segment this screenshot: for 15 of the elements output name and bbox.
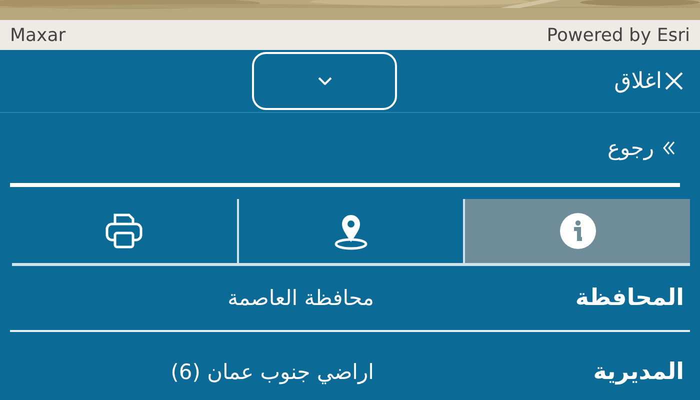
field-value: اراضي جنوب عمان (6) bbox=[170, 360, 374, 384]
double-chevron-icon bbox=[662, 141, 676, 155]
printer-icon bbox=[104, 211, 144, 251]
chevron-down-icon bbox=[318, 77, 332, 85]
close-button[interactable]: اغلاق bbox=[614, 68, 684, 94]
close-icon bbox=[664, 71, 684, 91]
field-label: المديرية bbox=[592, 359, 684, 385]
field-label: المحافظة bbox=[574, 285, 684, 311]
map-attribution: Powered by Esri bbox=[546, 24, 690, 46]
info-icon bbox=[558, 211, 598, 251]
collapse-button[interactable] bbox=[252, 52, 397, 110]
back-link[interactable]: رجوع bbox=[603, 136, 680, 160]
tab[interactable] bbox=[465, 199, 690, 263]
map-attribution: Maxar bbox=[10, 24, 66, 46]
field-value: محافظة العاصمة bbox=[228, 286, 374, 310]
